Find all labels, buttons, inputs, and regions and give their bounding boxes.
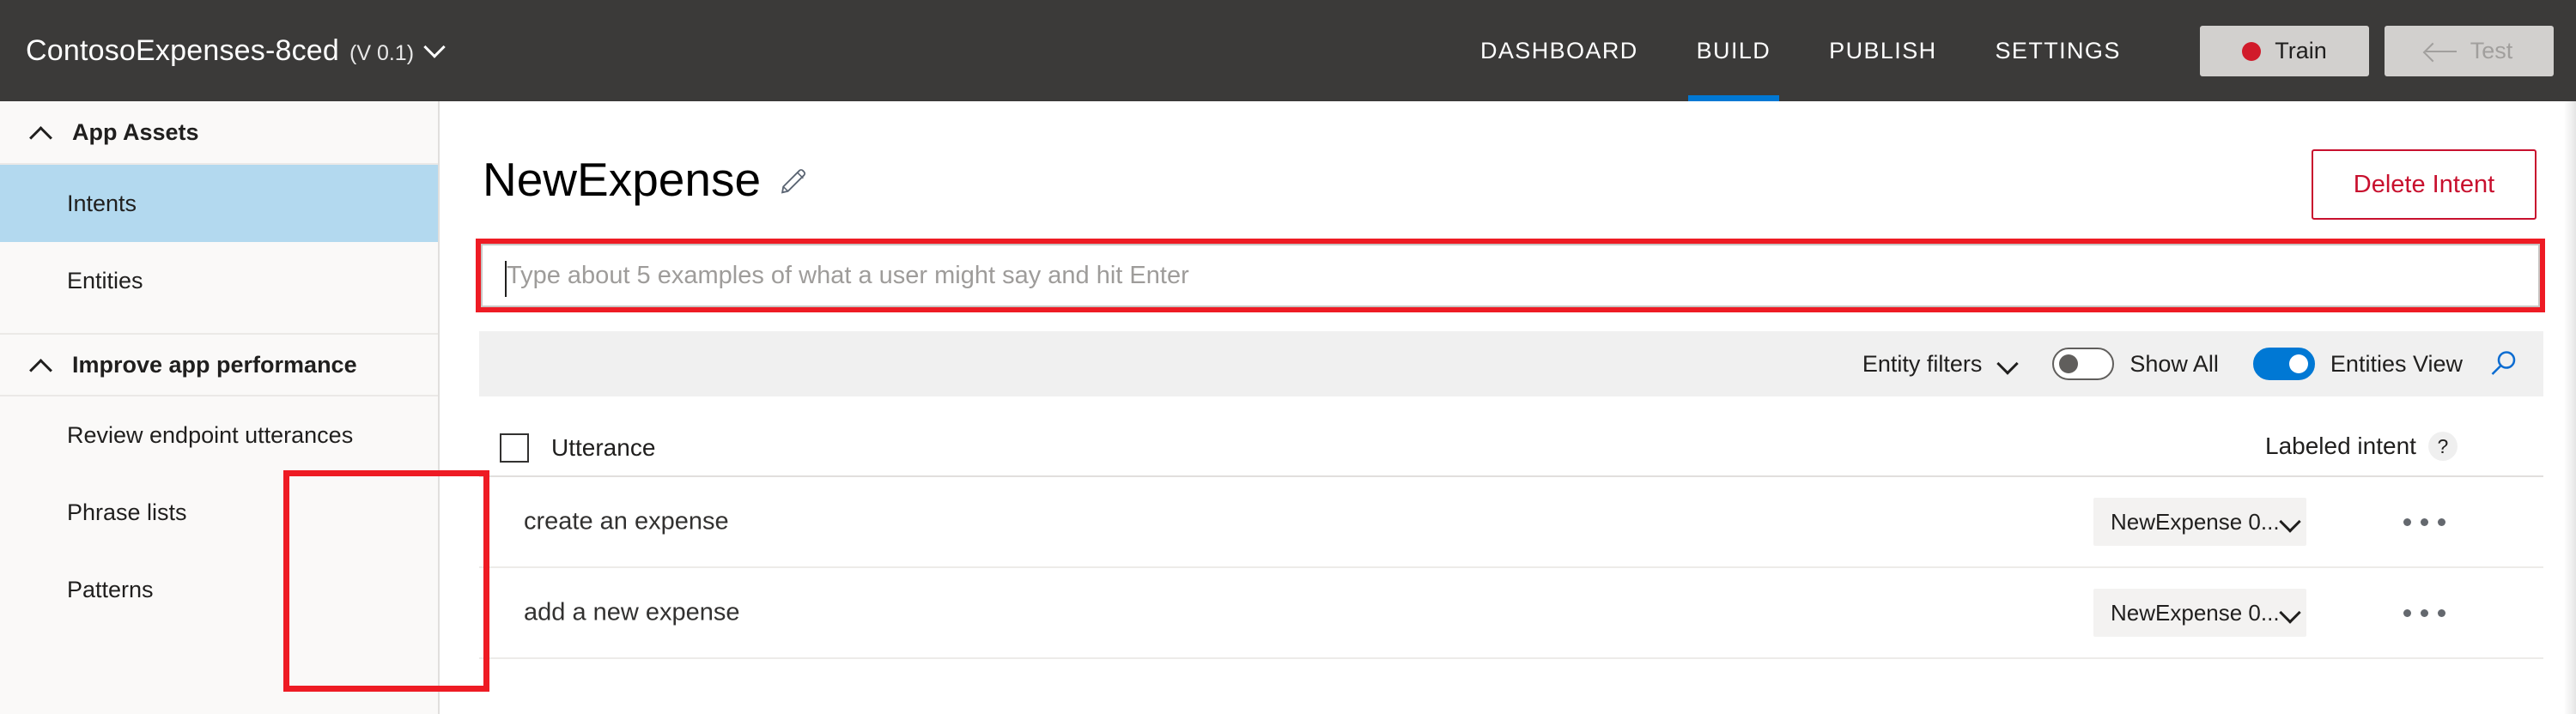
tab-dashboard[interactable]: DASHBOARD: [1451, 0, 1668, 101]
delete-intent-button[interactable]: Delete Intent: [2312, 149, 2537, 220]
column-header-utterance: Utterance: [551, 434, 656, 461]
sidebar: App Assets Intents Entities Improve app …: [0, 101, 440, 714]
row-labeled-intent-dropdown[interactable]: NewExpense 0...: [2093, 498, 2306, 546]
table-row[interactable]: create an expense NewExpense 0...: [479, 477, 2543, 568]
column-header-labeled-intent: Labeled intent ?: [2265, 432, 2458, 461]
test-button[interactable]: Test: [2385, 26, 2554, 76]
row-labeled-intent-dropdown[interactable]: NewExpense 0...: [2093, 589, 2306, 637]
show-all-label: Show All: [2129, 350, 2219, 377]
chevron-down-icon: [424, 36, 447, 58]
row-labeled-intent-value: NewExpense 0...: [2111, 508, 2280, 535]
sidebar-item-label: Intents: [67, 190, 137, 216]
sidebar-item-label: Entities: [67, 267, 143, 293]
app-name: ContosoExpenses-8ced: [26, 33, 340, 67]
chevron-down-icon: [2280, 605, 2289, 620]
app-version: (V 0.1): [349, 40, 415, 65]
sidebar-divider: [0, 319, 438, 333]
train-button[interactable]: Train: [2200, 26, 2369, 76]
entities-view-label: Entities View: [2330, 350, 2463, 377]
test-button-label: Test: [2470, 38, 2513, 64]
chevron-down-icon: [2280, 514, 2289, 529]
app-title-dropdown[interactable]: ContosoExpenses-8ced (V 0.1): [26, 34, 447, 68]
select-all-checkbox[interactable]: [500, 433, 529, 463]
row-utterance-text: add a new expense: [524, 598, 740, 626]
sidebar-item-patterns[interactable]: Patterns: [0, 551, 438, 628]
row-utterance-text: create an expense: [524, 507, 729, 536]
row-more-options-button[interactable]: [2394, 596, 2454, 630]
sidebar-item-entities[interactable]: Entities: [0, 242, 438, 319]
sidebar-item-label: Patterns: [67, 576, 154, 602]
top-navigation: DASHBOARD BUILD PUBLISH SETTINGS: [1451, 0, 2150, 101]
top-bar: ContosoExpenses-8ced (V 0.1) DASHBOARD B…: [0, 0, 2576, 101]
table-header: Utterance Labeled intent ?: [479, 421, 2543, 477]
sidebar-item-label: Review endpoint utterances: [67, 421, 354, 448]
search-icon[interactable]: [2488, 348, 2519, 379]
sidebar-item-review-endpoint-utterances[interactable]: Review endpoint utterances: [0, 396, 438, 474]
chevron-down-icon: [1997, 356, 2020, 372]
scroll-shadow: [2564, 101, 2576, 714]
sidebar-group-improve-app-performance[interactable]: Improve app performance: [0, 333, 438, 396]
row-more-options-button[interactable]: [2394, 505, 2454, 539]
record-dot-icon: [2242, 41, 2262, 61]
sidebar-group-label: App Assets: [72, 118, 199, 145]
utterance-table: create an expense NewExpense 0... add a …: [479, 477, 2543, 659]
show-all-toggle-group: Show All: [2052, 348, 2219, 380]
tab-publish[interactable]: PUBLISH: [1800, 0, 1965, 101]
table-row[interactable]: add a new expense NewExpense 0...: [479, 568, 2543, 659]
page-title: NewExpense: [483, 153, 762, 206]
sidebar-group-label: Improve app performance: [72, 351, 357, 378]
chevron-up-icon: [29, 124, 53, 140]
text-cursor: [505, 261, 507, 297]
sidebar-item-intents[interactable]: Intents: [0, 165, 438, 242]
tab-build[interactable]: BUILD: [1668, 0, 1801, 101]
train-button-label: Train: [2275, 38, 2327, 64]
chevron-up-icon: [29, 357, 53, 372]
entity-filters-label: Entity filters: [1862, 350, 1983, 377]
sidebar-item-phrase-lists[interactable]: Phrase lists: [0, 474, 438, 551]
sidebar-item-label: Phrase lists: [67, 499, 187, 525]
sidebar-group-app-assets[interactable]: App Assets: [0, 101, 438, 165]
main-content: NewExpense Delete Intent Entity filters …: [441, 101, 2576, 714]
table-toolbar: Entity filters Show All Entities View: [479, 331, 2543, 396]
edit-pencil-icon[interactable]: [780, 166, 809, 195]
tab-settings[interactable]: SETTINGS: [1966, 0, 2150, 101]
show-all-toggle[interactable]: [2052, 348, 2115, 380]
entities-view-toggle[interactable]: [2252, 348, 2315, 380]
help-icon[interactable]: ?: [2427, 432, 2458, 461]
page-header: NewExpense: [483, 156, 809, 203]
utterance-input[interactable]: [481, 244, 2540, 307]
top-bar-actions: Train Test: [2200, 26, 2554, 76]
utterance-input-highlight: [476, 239, 2545, 312]
entities-view-toggle-group: Entities View: [2252, 348, 2463, 380]
arrow-left-icon: [2425, 43, 2457, 60]
column-header-labeled-intent-label: Labeled intent: [2265, 433, 2416, 459]
entity-filters-dropdown[interactable]: Entity filters: [1862, 351, 2020, 378]
row-labeled-intent-value: NewExpense 0...: [2111, 599, 2280, 626]
